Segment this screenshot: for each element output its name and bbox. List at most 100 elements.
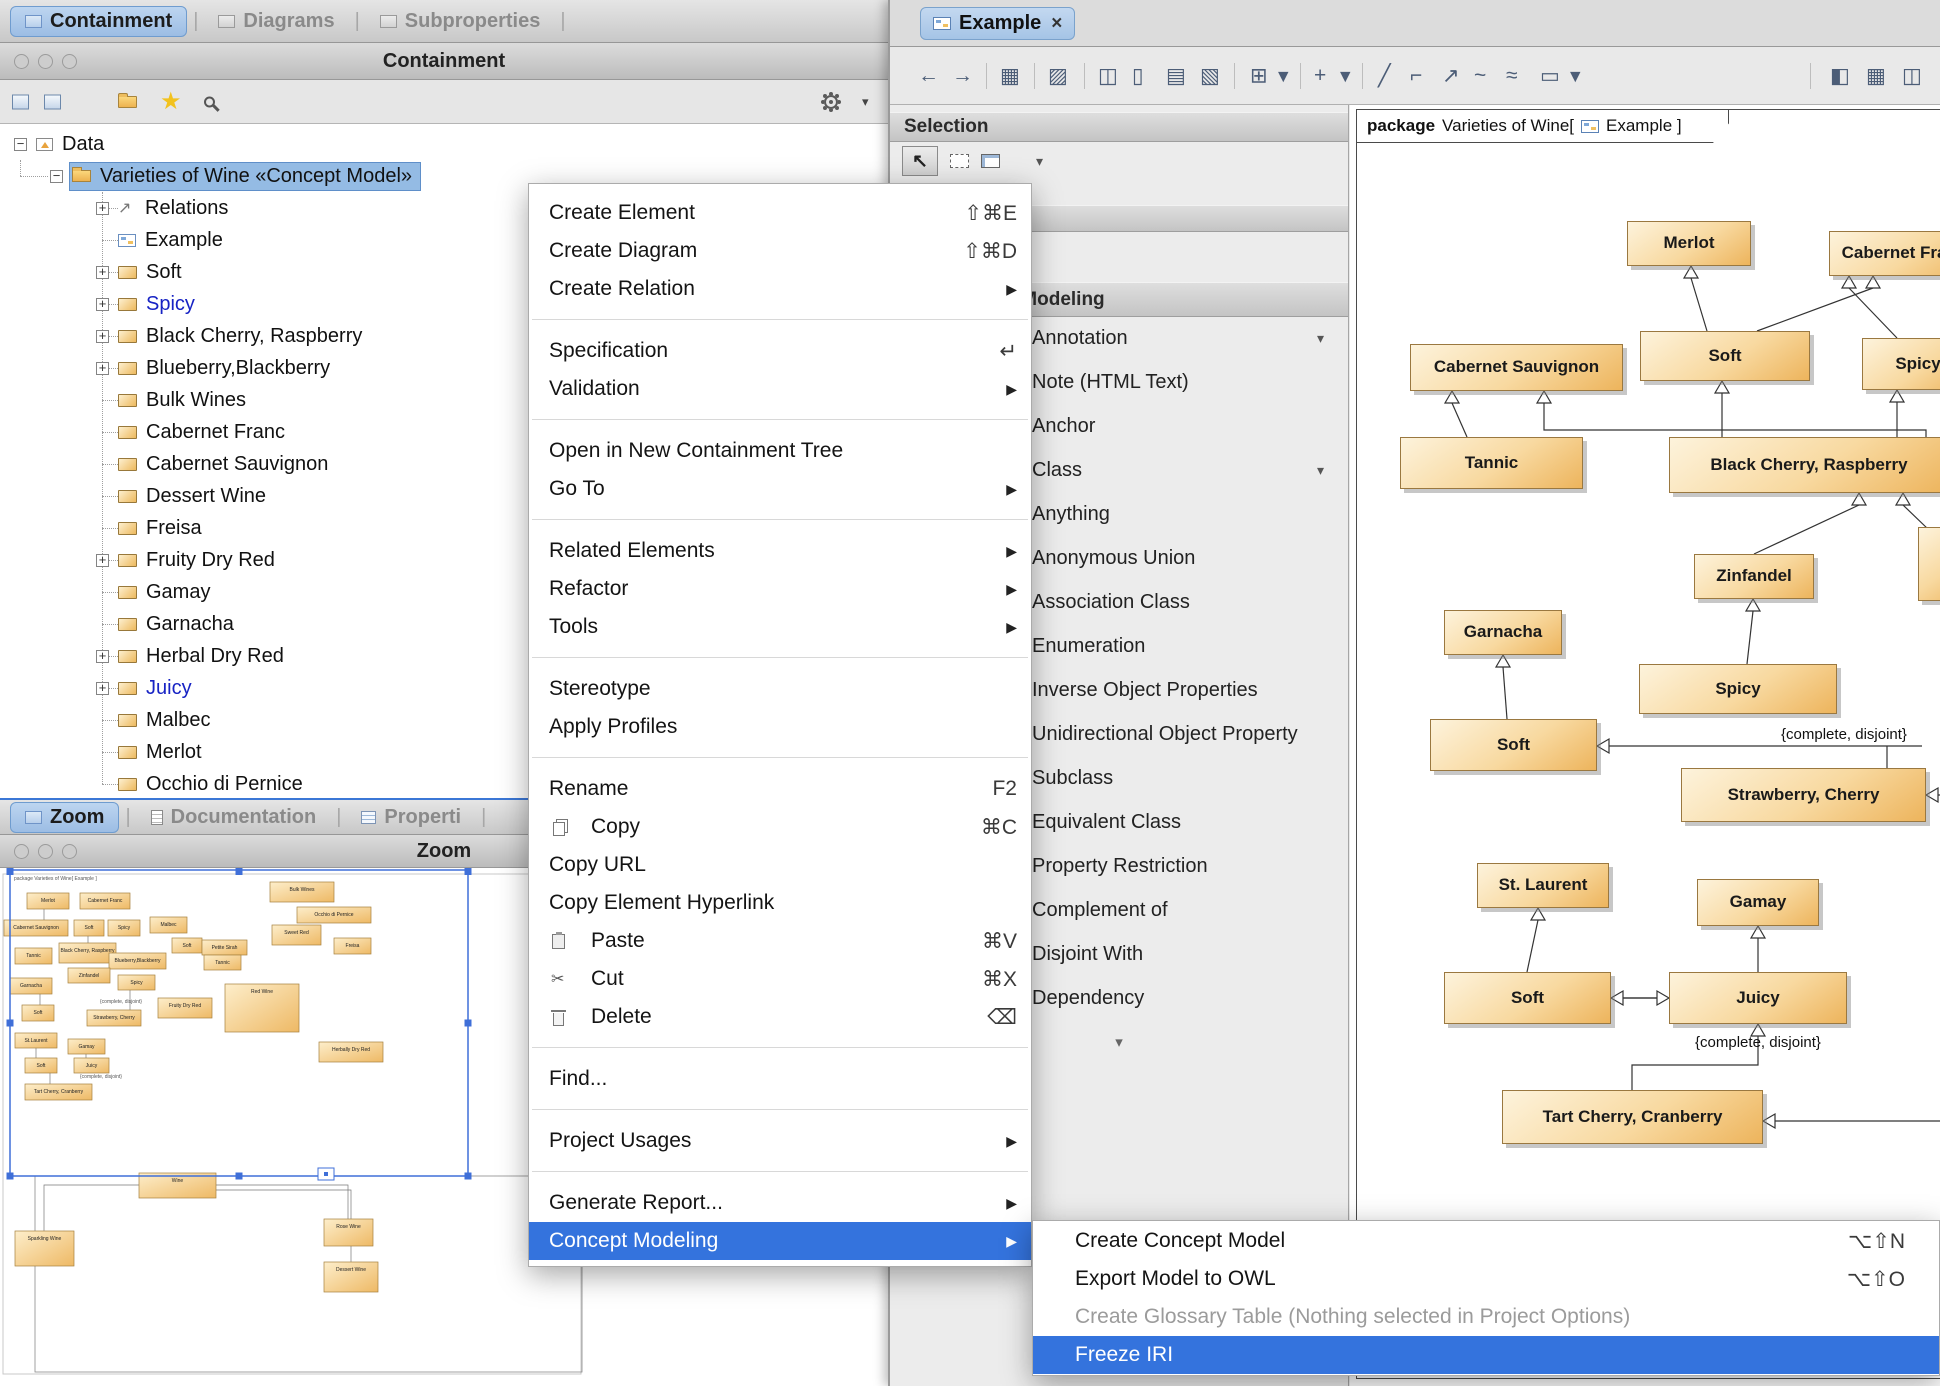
tab-diagrams[interactable]: Diagrams [204,6,348,37]
node-cabernet-franc[interactable]: Cabernet Franc [1829,231,1940,276]
add-icon[interactable]: + [1314,64,1326,88]
expander-minus-icon[interactable]: − [14,138,27,151]
menu-item-stereotype[interactable]: Stereotype [529,670,1031,708]
node-st-laurent[interactable]: St. Laurent [1477,863,1609,908]
hierarchy-icon[interactable]: ⊞ [1250,63,1268,88]
paste-icon[interactable]: ▯ [1132,63,1144,88]
menu-item-concept-modeling[interactable]: Concept Modeling▶ [529,1222,1031,1260]
palette-section-selection[interactable]: Selection [890,112,1348,142]
menu-item-cut[interactable]: ✂Cut⌘X [529,960,1031,998]
node-juicy[interactable]: Juicy [1669,972,1847,1024]
menu-item-apply-profiles[interactable]: Apply Profiles [529,708,1031,746]
node-strawberry-cherry[interactable]: Strawberry, Cherry [1681,768,1926,822]
line-tool-icon[interactable]: ╱ [1378,63,1391,88]
node-soft-mid[interactable]: Soft [1430,719,1597,771]
tab-zoom[interactable]: Zoom [10,802,119,833]
menu-item-project-usages[interactable]: Project Usages▶ [529,1122,1031,1160]
node-spicy-mid[interactable]: Spicy [1639,664,1837,714]
node-black-cherry-raspberry[interactable]: Black Cherry, Raspberry [1669,437,1940,493]
menu-item-specification[interactable]: Specification↵ [529,332,1031,370]
minimize-window-icon[interactable] [38,54,53,69]
palette-item-caret-icon[interactable]: ▾ [1317,330,1324,347]
clone-icon[interactable]: ▧ [1200,63,1220,88]
zigzag-tool-icon[interactable]: ≈ [1506,64,1518,88]
link-tree-icon[interactable] [12,94,29,109]
containment-tree-icon[interactable]: ▦ [1000,63,1020,88]
node-tannic[interactable]: Tannic [1400,437,1583,489]
selection-handle[interactable] [7,1020,14,1027]
tab-subproperties[interactable]: Subproperties [366,6,555,37]
maximize-window-icon[interactable] [62,844,77,859]
favorites-icon[interactable]: ★ [160,92,182,112]
settings-caret-icon[interactable]: ▾ [862,94,869,110]
expander-plus-icon[interactable]: + [96,202,109,215]
node-edge-clipped-class[interactable] [1918,527,1940,601]
node-garnacha[interactable]: Garnacha [1444,610,1562,655]
expander-plus-icon[interactable]: + [96,266,109,279]
menu-item-validation[interactable]: Validation▶ [529,370,1031,408]
sync-tree-icon[interactable] [44,94,61,109]
submenu-item-create-concept-model[interactable]: Create Concept Model⌥⇧N [1033,1222,1939,1260]
window-controls[interactable] [14,844,77,859]
expander-plus-icon[interactable]: + [96,298,109,311]
selection-handle[interactable] [236,868,243,875]
window-controls[interactable] [14,54,77,69]
node-tart-cherry-cranberry[interactable]: Tart Cherry, Cranberry [1502,1090,1763,1144]
grid-icon[interactable]: ▦ [1866,63,1886,88]
marquee-select-icon[interactable] [950,154,969,168]
pane-right-icon[interactable]: ◫ [1902,63,1922,88]
selection-handle[interactable] [7,868,14,875]
expander-plus-icon[interactable]: + [96,362,109,375]
menu-item-refactor[interactable]: Refactor▶ [529,570,1031,608]
expander-plus-icon[interactable]: + [96,650,109,663]
menu-item-generate-report-[interactable]: Generate Report...▶ [529,1184,1031,1222]
palette-item-caret-icon[interactable]: ▾ [1317,462,1324,479]
menu-item-paste[interactable]: Paste⌘V [529,922,1031,960]
settings-gear-icon[interactable] [824,95,838,109]
curve-tool-icon[interactable]: ~ [1474,64,1486,88]
forward-icon[interactable]: → [952,64,973,88]
back-icon[interactable]: ← [918,64,939,88]
open-diagram-icon[interactable] [118,96,137,108]
menu-item-rename[interactable]: RenameF2 [529,770,1031,808]
selection-handle[interactable] [236,1173,243,1180]
menu-item-copy-url[interactable]: Copy URL [529,846,1031,884]
add-caret-icon[interactable]: ▾ [1340,63,1351,88]
menu-item-related-elements[interactable]: Related Elements▶ [529,532,1031,570]
submenu-item-create-glossary-table[interactable]: Create Glossary Table (Nothing selected … [1033,1298,1939,1336]
tab-example[interactable]: Example × [920,7,1075,40]
maximize-window-icon[interactable] [62,54,77,69]
selection-tools-caret-icon[interactable]: ▾ [1036,153,1043,170]
node-spicy-top[interactable]: Spicy [1862,338,1940,390]
expander-plus-icon[interactable]: + [96,682,109,695]
pane-left-icon[interactable]: ◧ [1830,63,1850,88]
menu-item-create-element[interactable]: Create Element⇧⌘E [529,194,1031,232]
arrow-tool-icon[interactable]: ↗ [1442,63,1460,88]
multi-select-icon[interactable] [981,154,1000,168]
select-cursor-tool[interactable]: ↖ [902,146,938,176]
tools-caret-icon[interactable]: ▾ [1570,63,1581,88]
node-cabernet-sauvignon[interactable]: Cabernet Sauvignon [1410,344,1623,391]
rectilinear-tool-icon[interactable]: ⌐ [1410,64,1422,88]
selection-handle[interactable] [465,1020,472,1027]
minimize-window-icon[interactable] [38,844,53,859]
selection-handle[interactable] [465,868,472,875]
image-icon[interactable]: ▨ [1048,63,1068,88]
node-soft-bottom[interactable]: Soft [1444,972,1611,1024]
menu-item-create-relation[interactable]: Create Relation▶ [529,270,1031,308]
tab-properti[interactable]: Properti [347,802,475,833]
close-tab-icon[interactable]: × [1051,13,1062,35]
node-gamay[interactable]: Gamay [1697,879,1819,926]
copy-icon[interactable]: ◫ [1098,63,1118,88]
note-tool-icon[interactable]: ▭ [1540,63,1560,88]
menu-item-delete[interactable]: Delete⌫ [529,998,1031,1036]
node-zinfandel[interactable]: Zinfandel [1694,554,1814,599]
node-soft-top[interactable]: Soft [1640,331,1810,381]
menu-item-find-[interactable]: Find... [529,1060,1031,1098]
expander-minus-icon[interactable]: − [50,170,63,183]
expander-plus-icon[interactable]: + [96,330,109,343]
expander-plus-icon[interactable]: + [96,554,109,567]
submenu-item-export-model-to[interactable]: Export Model to OWL⌥⇧O [1033,1260,1939,1298]
containment-panel-header[interactable]: Containment [0,43,888,80]
menu-item-tools[interactable]: Tools▶ [529,608,1031,646]
